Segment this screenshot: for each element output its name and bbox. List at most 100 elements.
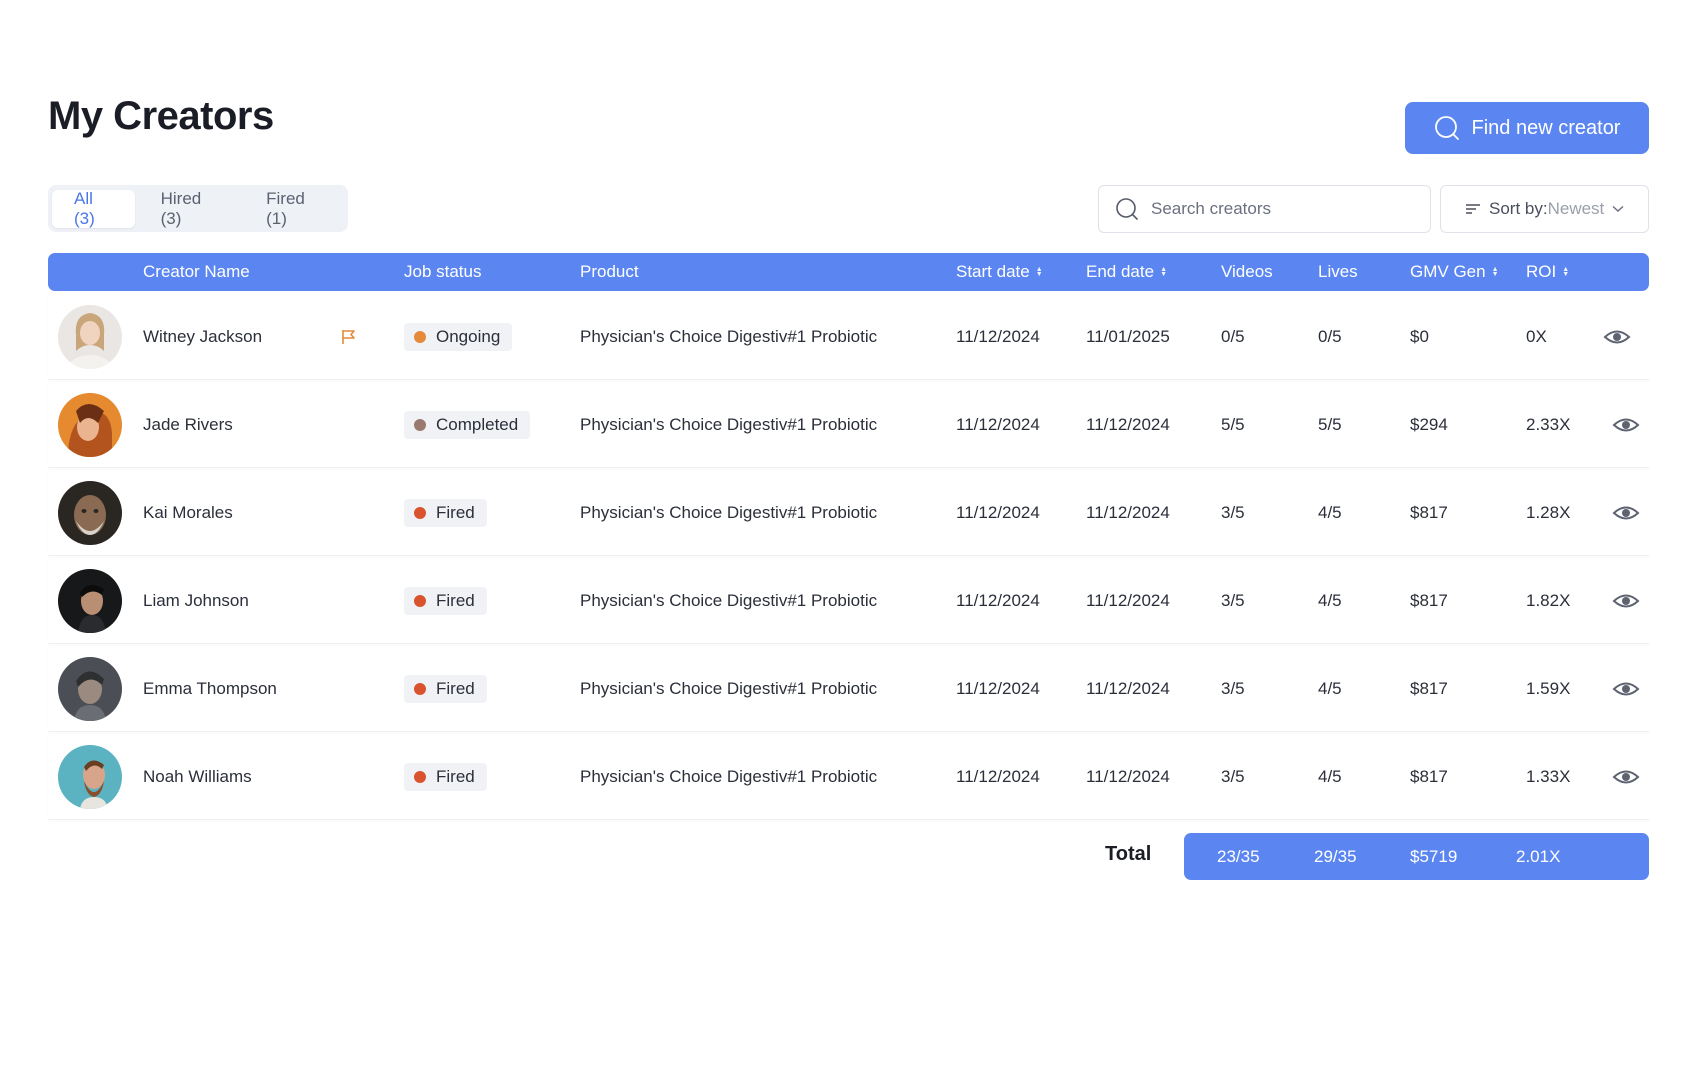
view-icon[interactable] — [1612, 470, 1640, 556]
start-date: 11/12/2024 — [956, 591, 1040, 610]
status-badge: Fired — [404, 587, 487, 615]
product-name: Physician's Choice Digestiv#1 Probiotic — [580, 415, 878, 434]
creator-name[interactable]: Witney Jackson — [143, 294, 262, 380]
start-date: 11/12/2024 — [956, 679, 1040, 698]
gmv-value: $817 — [1410, 767, 1448, 786]
product-name: Physician's Choice Digestiv#1 Probiotic — [580, 679, 878, 698]
sort-arrows-icon: ▲ ▼ — [1035, 266, 1043, 278]
sort-dropdown[interactable]: Sort by:Newest — [1440, 185, 1649, 233]
start-date: 11/12/2024 — [956, 503, 1040, 522]
job-status: Fired — [404, 470, 487, 556]
col-end-date[interactable]: End date ▲ ▼ — [1086, 253, 1167, 291]
sort-arrows-icon: ▲ ▼ — [1562, 266, 1570, 278]
flag-icon[interactable] — [340, 294, 358, 380]
status-dot — [414, 331, 426, 343]
creator-name[interactable]: Noah Williams — [143, 734, 252, 820]
end-date: 11/01/2025 — [1086, 327, 1170, 346]
status-badge: Fired — [404, 763, 487, 791]
sort-lines-icon — [1466, 204, 1480, 214]
lives-count: 4/5 — [1318, 679, 1342, 698]
search-box — [1098, 185, 1431, 233]
table-row[interactable]: Emma Thompson Fired Physician's Choice D… — [48, 646, 1649, 732]
col-product[interactable]: Product — [580, 253, 639, 291]
status-badge: Fired — [404, 675, 487, 703]
job-status: Ongoing — [404, 294, 513, 380]
avatar — [58, 481, 122, 545]
avatar — [58, 393, 122, 457]
status-badge: Completed — [404, 411, 531, 439]
lives-count: 0/5 — [1318, 327, 1342, 346]
view-icon[interactable] — [1612, 734, 1640, 820]
status-dot — [414, 419, 426, 431]
start-date: 11/12/2024 — [956, 415, 1040, 434]
col-job-status[interactable]: Job status — [404, 253, 482, 291]
creator-name[interactable]: Jade Rivers — [143, 382, 233, 468]
job-status: Completed — [404, 382, 531, 468]
videos-count: 3/5 — [1221, 767, 1245, 786]
find-new-creator-label: Find new creator — [1471, 116, 1621, 139]
avatar — [58, 305, 122, 369]
view-icon[interactable] — [1612, 646, 1640, 732]
gmv-value: $817 — [1410, 679, 1448, 698]
filter-tabs: All (3) Hired (3) Fired (1) — [48, 185, 348, 232]
find-new-creator-button[interactable]: Find new creator — [1405, 102, 1649, 154]
roi-value: 1.33X — [1526, 767, 1571, 786]
col-start-date[interactable]: Start date ▲ ▼ — [956, 253, 1043, 291]
status-badge: Ongoing — [404, 323, 513, 351]
roi-value: 1.82X — [1526, 591, 1571, 610]
table-row[interactable]: Noah Williams Fired Physician's Choice D… — [48, 734, 1649, 820]
view-icon[interactable] — [1612, 382, 1640, 468]
creator-name[interactable]: Kai Morales — [143, 470, 233, 556]
col-videos[interactable]: Videos — [1221, 253, 1273, 291]
table-row[interactable]: Witney Jackson Ongoing Physician's Choic… — [48, 294, 1649, 380]
col-lives[interactable]: Lives — [1318, 253, 1358, 291]
total-videos: 23/35 — [1217, 846, 1260, 866]
sort-label: Sort by: — [1489, 199, 1548, 218]
product-name: Physician's Choice Digestiv#1 Probiotic — [580, 503, 878, 522]
table-row[interactable]: Jade Rivers Completed Physician's Choice… — [48, 382, 1649, 468]
view-icon[interactable] — [1603, 294, 1631, 380]
end-date: 11/12/2024 — [1086, 503, 1170, 522]
status-dot — [414, 595, 426, 607]
chevron-down-icon — [1612, 205, 1624, 213]
search-input[interactable] — [1151, 199, 1411, 219]
job-status: Fired — [404, 558, 487, 644]
product-name: Physician's Choice Digestiv#1 Probiotic — [580, 767, 878, 786]
status-badge: Fired — [404, 499, 487, 527]
gmv-value: $0 — [1410, 327, 1429, 346]
lives-count: 4/5 — [1318, 503, 1342, 522]
status-dot — [414, 683, 426, 695]
avatar — [58, 745, 122, 809]
roi-value: 1.28X — [1526, 503, 1571, 522]
gmv-value: $817 — [1410, 591, 1448, 610]
lives-count: 4/5 — [1318, 591, 1342, 610]
table-header: Creator Name Job status Product Start da… — [48, 253, 1649, 291]
end-date: 11/12/2024 — [1086, 767, 1170, 786]
avatar — [58, 569, 122, 633]
view-icon[interactable] — [1612, 558, 1640, 644]
roi-value: 2.33X — [1526, 415, 1571, 434]
lives-count: 4/5 — [1318, 767, 1342, 786]
table-row[interactable]: Liam Johnson Fired Physician's Choice Di… — [48, 558, 1649, 644]
end-date: 11/12/2024 — [1086, 415, 1170, 434]
total-gmv: $5719 — [1410, 846, 1458, 866]
col-roi[interactable]: ROI ▲ ▼ — [1526, 253, 1569, 291]
tab-fired[interactable]: Fired (1) — [244, 189, 344, 228]
end-date: 11/12/2024 — [1086, 591, 1170, 610]
job-status: Fired — [404, 734, 487, 820]
col-creator-name[interactable]: Creator Name — [143, 253, 250, 291]
creator-name[interactable]: Liam Johnson — [143, 558, 249, 644]
status-dot — [414, 507, 426, 519]
avatar — [58, 657, 122, 721]
col-gmv-gen[interactable]: GMV Gen ▲ ▼ — [1410, 253, 1499, 291]
tab-hired[interactable]: Hired (3) — [139, 189, 241, 228]
product-name: Physician's Choice Digestiv#1 Probiotic — [580, 327, 878, 346]
sort-arrows-icon: ▲ ▼ — [1160, 266, 1167, 278]
tab-all[interactable]: All (3) — [52, 189, 135, 228]
table-row[interactable]: Kai Morales Fired Physician's Choice Dig… — [48, 470, 1649, 556]
start-date: 11/12/2024 — [956, 327, 1040, 346]
job-status: Fired — [404, 646, 487, 732]
search-icon — [1116, 198, 1138, 220]
videos-count: 5/5 — [1221, 415, 1245, 434]
creator-name[interactable]: Emma Thompson — [143, 646, 277, 732]
